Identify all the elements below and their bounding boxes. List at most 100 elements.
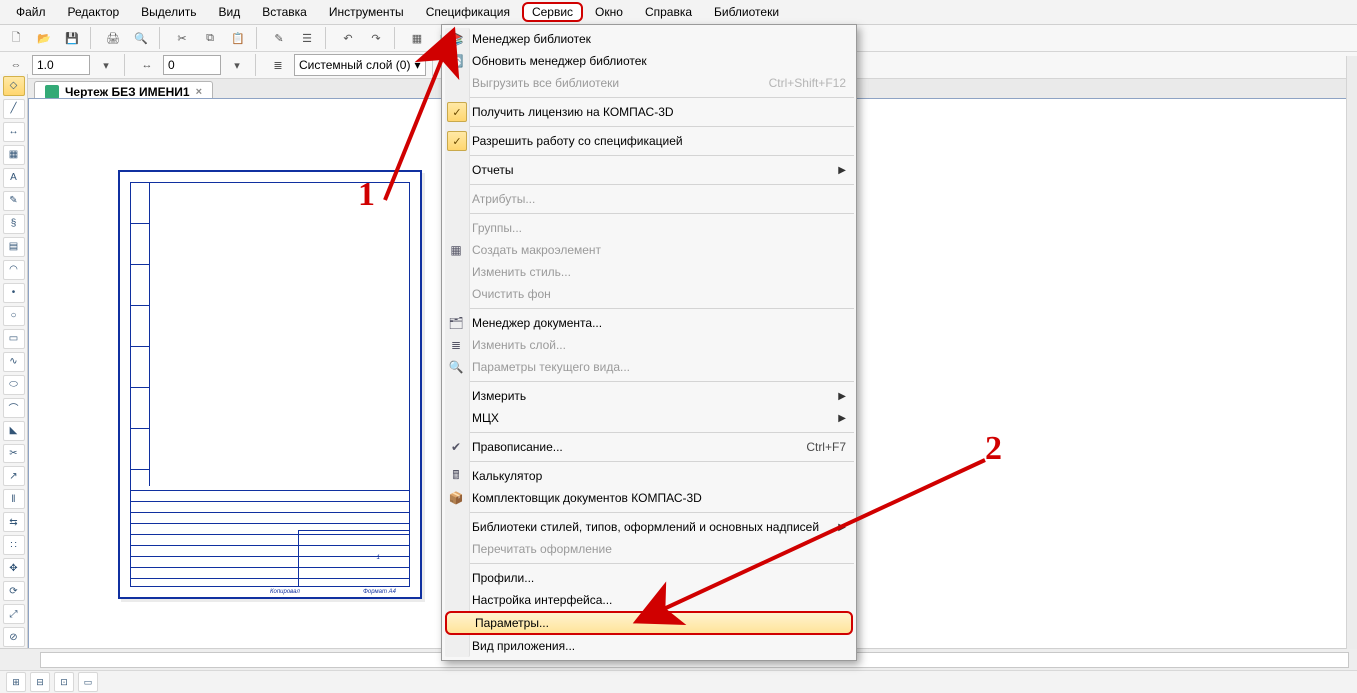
tool-chamfer-icon[interactable]: ◣ bbox=[3, 421, 25, 441]
tool-arc-icon[interactable]: ◠ bbox=[3, 260, 25, 280]
mi-doc-mgr[interactable]: 🗂Менеджер документа... bbox=[442, 312, 856, 334]
preview-icon[interactable]: 🔍 bbox=[129, 26, 153, 50]
check-icon: ✓ bbox=[447, 131, 467, 151]
submenu-arrow-icon: ▶ bbox=[838, 522, 846, 533]
tool-rect-icon[interactable]: ▭ bbox=[3, 329, 25, 349]
bb-4-icon[interactable]: ▭ bbox=[78, 672, 98, 692]
annotation-2: 2 bbox=[985, 430, 1002, 468]
open-icon[interactable]: 📂 bbox=[32, 26, 56, 50]
layer-label: Системный слой (0) bbox=[299, 58, 410, 72]
menu-editor[interactable]: Редактор bbox=[58, 2, 130, 22]
tool-trim-icon[interactable]: ✂ bbox=[3, 444, 25, 464]
mi-stylelib[interactable]: Библиотеки стилей, типов, оформлений и о… bbox=[442, 516, 856, 538]
mi-license[interactable]: ✓Получить лицензию на КОМПАС-3D bbox=[442, 101, 856, 123]
mi-uiset[interactable]: Настройка интерфейса... bbox=[442, 589, 856, 611]
menu-file[interactable]: Файл bbox=[6, 2, 56, 22]
mi-komplekt[interactable]: 📦Комплектовщик документов КОМПАС-3D bbox=[442, 487, 856, 509]
library-icon[interactable]: ▦ bbox=[405, 26, 429, 50]
layer-select[interactable]: Системный слой (0) ▾ bbox=[294, 54, 426, 76]
mi-calc[interactable]: 🖩Калькулятор bbox=[442, 465, 856, 487]
menu-view[interactable]: Вид bbox=[209, 2, 251, 22]
tool-hatch-icon[interactable]: ▦ bbox=[3, 145, 25, 165]
undo-icon[interactable]: ↶ bbox=[336, 26, 360, 50]
mi-profiles[interactable]: Профили... bbox=[442, 567, 856, 589]
new-icon[interactable]: 🗋 bbox=[4, 26, 28, 50]
mi-attrs: Атрибуты... bbox=[442, 188, 856, 210]
tool-scale-icon[interactable]: ⤢ bbox=[3, 604, 25, 624]
tool-move-icon[interactable]: ✥ bbox=[3, 558, 25, 578]
submenu-arrow-icon: ▶ bbox=[838, 165, 846, 176]
tool-table-icon[interactable]: ▤ bbox=[3, 237, 25, 257]
menu-libs[interactable]: Библиотеки bbox=[704, 2, 789, 22]
tool-point-icon[interactable]: • bbox=[3, 283, 25, 303]
mi-appview[interactable]: Вид приложения... bbox=[442, 635, 856, 657]
check-icon: ✓ bbox=[447, 102, 467, 122]
tool-dimension-icon[interactable]: ↔ bbox=[3, 122, 25, 142]
scale-dropdown-icon[interactable]: ▾ bbox=[94, 53, 118, 77]
paste-icon[interactable]: 📋 bbox=[226, 26, 250, 50]
menu-insert[interactable]: Вставка bbox=[252, 2, 317, 22]
books-icon: 📚 bbox=[448, 31, 464, 47]
chevron-down-icon: ▾ bbox=[414, 58, 420, 72]
layer-icon[interactable]: ≣ bbox=[266, 53, 290, 77]
print-icon[interactable]: 🖨 bbox=[101, 26, 125, 50]
close-tab-icon[interactable]: × bbox=[196, 86, 202, 98]
save-icon[interactable]: 💾 bbox=[60, 26, 84, 50]
step-input[interactable] bbox=[163, 55, 221, 75]
redo-icon[interactable]: ↷ bbox=[364, 26, 388, 50]
tool-mirror-icon[interactable]: ⇆ bbox=[3, 512, 25, 532]
tool-text-icon[interactable]: A bbox=[3, 168, 25, 188]
menu-tools[interactable]: Инструменты bbox=[319, 2, 414, 22]
tool-spline-icon[interactable]: ∿ bbox=[3, 352, 25, 372]
bb-2-icon[interactable]: ⊟ bbox=[30, 672, 50, 692]
mi-reread: Перечитать оформление bbox=[442, 538, 856, 560]
tool-geometry-icon[interactable]: ◇ bbox=[3, 76, 25, 96]
cut-icon[interactable]: ✂ bbox=[170, 26, 194, 50]
mi-mcx[interactable]: МЦХ▶ bbox=[442, 407, 856, 429]
menu-window[interactable]: Окно bbox=[585, 2, 633, 22]
step-dropdown-icon[interactable]: ▾ bbox=[225, 53, 249, 77]
bb-1-icon[interactable]: ⊞ bbox=[6, 672, 26, 692]
menu-help[interactable]: Справка bbox=[635, 2, 702, 22]
tool-fillet-icon[interactable]: ⌒ bbox=[3, 398, 25, 418]
tool-symbol-icon[interactable]: § bbox=[3, 214, 25, 234]
bb-3-icon[interactable]: ⊡ bbox=[54, 672, 74, 692]
menu-select[interactable]: Выделить bbox=[131, 2, 206, 22]
menu-spec[interactable]: Спецификация bbox=[416, 2, 520, 22]
mi-measure[interactable]: Измерить▶ bbox=[442, 385, 856, 407]
step-icon[interactable]: ↔ bbox=[135, 53, 159, 77]
tool-ellipse-icon[interactable]: ⬭ bbox=[3, 375, 25, 395]
right-scrollbar[interactable] bbox=[1346, 56, 1357, 649]
sheet-footer-right: Формат A4 bbox=[363, 589, 396, 595]
tool-rotate-icon[interactable]: ⟳ bbox=[3, 581, 25, 601]
brush-icon[interactable]: ✎ bbox=[267, 26, 291, 50]
copy-icon[interactable]: ⧉ bbox=[198, 26, 222, 50]
mi-spec-allow[interactable]: ✓Разрешить работу со спецификацией bbox=[442, 130, 856, 152]
mi-macro: ▦Создать макроэлемент bbox=[442, 239, 856, 261]
mi-lib-manager[interactable]: 📚Менеджер библиотек bbox=[442, 28, 856, 50]
mi-lib-unload: Выгрузить все библиотекиCtrl+Shift+F12 bbox=[442, 72, 856, 94]
tool-offset-icon[interactable]: ‖ bbox=[3, 489, 25, 509]
refresh-icon: 🔄 bbox=[448, 53, 464, 69]
layer-icon: ≣ bbox=[448, 337, 464, 353]
tool-break-icon[interactable]: ⊘ bbox=[3, 627, 25, 647]
mi-chlayer: ≣Изменить слой... bbox=[442, 334, 856, 356]
bottom-toolbar: ⊞ ⊟ ⊡ ▭ bbox=[0, 670, 1357, 693]
mi-spelling[interactable]: ✔Правописание...Ctrl+F7 bbox=[442, 436, 856, 458]
props-icon[interactable]: ☰ bbox=[295, 26, 319, 50]
abc-icon: ✔ bbox=[448, 439, 464, 455]
menu-service[interactable]: Сервис bbox=[522, 2, 583, 22]
mi-lib-update[interactable]: 🔄Обновить менеджер библиотек bbox=[442, 50, 856, 72]
tool-line-icon[interactable]: ╱ bbox=[3, 99, 25, 119]
scale-input[interactable] bbox=[32, 55, 90, 75]
tool-circle-icon[interactable]: ○ bbox=[3, 306, 25, 326]
mi-reports[interactable]: Отчеты▶ bbox=[442, 159, 856, 181]
tool-array-icon[interactable]: ∷ bbox=[3, 535, 25, 555]
drawing-sheet: 1 Копировал Формат A4 bbox=[118, 170, 422, 599]
macro-icon: ▦ bbox=[448, 242, 464, 258]
tool-edit-icon[interactable]: ✎ bbox=[3, 191, 25, 211]
mi-params[interactable]: Параметры... bbox=[445, 611, 853, 635]
mi-groups: Группы... bbox=[442, 217, 856, 239]
tool-extend-icon[interactable]: ↗ bbox=[3, 466, 25, 486]
tab-title: Чертеж БЕЗ ИМЕНИ1 bbox=[65, 85, 190, 99]
